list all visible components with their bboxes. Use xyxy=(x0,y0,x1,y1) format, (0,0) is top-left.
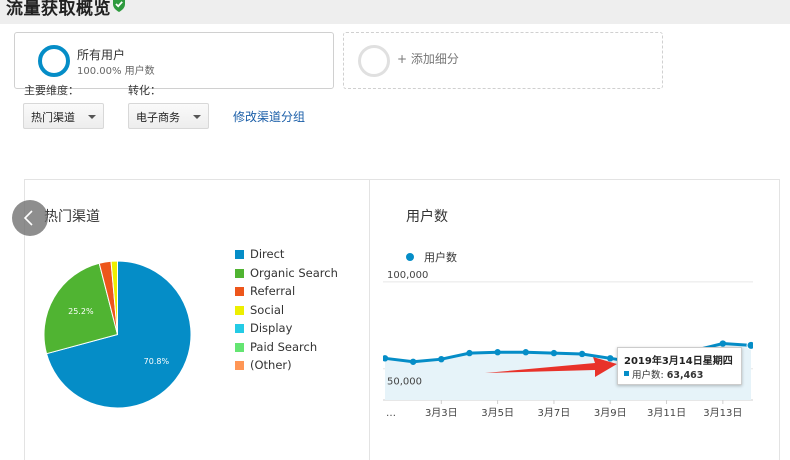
pie-panel-title: 热门渠道 xyxy=(44,209,100,225)
page-title: 流量获取概览 xyxy=(6,0,111,19)
chevron-left-icon xyxy=(23,210,33,226)
data-point-3月14日[interactable] xyxy=(746,340,753,350)
carousel-prev-button[interactable] xyxy=(12,200,48,236)
legend-item-direct[interactable]: Direct xyxy=(235,247,338,266)
pie-data-label-direct: 70.8% xyxy=(143,357,170,367)
data-point-3月4日[interactable] xyxy=(466,349,473,357)
x-tick-label: 3月3日 xyxy=(425,407,458,419)
tooltip-date: 2019年3月14日星期四 xyxy=(624,356,733,367)
x-tick-label: 3月13日 xyxy=(703,407,742,419)
legend-label: Organic Search xyxy=(250,265,338,280)
pie-legend: Direct Organic Search Referral Social Di… xyxy=(235,247,338,377)
segment-ring-icon xyxy=(38,45,70,77)
pie-data-label-organic-search: 25.2% xyxy=(68,306,94,316)
legend-swatch xyxy=(235,324,244,333)
page-header: 流量获取概览 xyxy=(0,0,790,24)
legend-swatch xyxy=(235,305,244,315)
legend-label: Social xyxy=(250,302,285,317)
legend-swatch xyxy=(235,342,244,352)
legend-swatch xyxy=(235,268,244,278)
empty-segment-ring-icon xyxy=(358,45,390,77)
legend-label: Direct xyxy=(250,247,285,261)
conversion-label: 转化： xyxy=(128,84,161,97)
legend-label: Display xyxy=(250,321,293,335)
add-segment-label: + 添加细分 xyxy=(397,52,459,66)
legend-item-referral[interactable]: Referral xyxy=(235,284,338,303)
legend-item-organic-search[interactable]: Organic Search xyxy=(235,266,338,285)
tooltip-metric: 用户数: 63,463 xyxy=(632,367,703,381)
add-segment-button[interactable]: + 添加细分 xyxy=(343,32,663,89)
series-name: 用户数 xyxy=(424,251,457,264)
segment-all-users[interactable]: 所有用户 100.00% 用户数 xyxy=(14,32,334,89)
primary-dimension-dropdown[interactable]: 热门渠道 xyxy=(23,103,104,129)
annotation-arrow-icon xyxy=(485,357,617,377)
segment-percentage: 100.00% 用户数 xyxy=(77,66,155,77)
data-point-3月13日[interactable] xyxy=(719,340,727,347)
y-tick-label: 50,000 xyxy=(387,377,422,388)
chevron-down-icon xyxy=(88,115,96,119)
legend-swatch xyxy=(235,250,244,259)
data-point-3月2日[interactable] xyxy=(409,358,417,365)
legend-swatch xyxy=(235,361,244,370)
legend-swatch xyxy=(235,287,244,296)
primary-dimension-label: 主要维度： xyxy=(24,84,79,97)
chevron-down-icon xyxy=(193,115,201,119)
x-tick-label: 3月7日 xyxy=(538,407,571,419)
y-tick-label: 100,000 xyxy=(387,270,428,281)
conversion-dropdown[interactable]: 电子商务 xyxy=(128,103,209,129)
tooltip-swatch xyxy=(624,371,629,376)
segment-name: 所有用户 xyxy=(77,48,126,62)
x-tick-label: … xyxy=(386,408,396,419)
conversion-value: 电子商务 xyxy=(136,111,180,124)
legend-item-display[interactable]: Display xyxy=(235,321,338,340)
legend-label: Paid Search xyxy=(250,339,318,354)
legend-label: Referral xyxy=(250,284,296,298)
data-point-3月3日[interactable] xyxy=(438,355,445,363)
x-tick-label: 3月5日 xyxy=(481,407,514,419)
legend-item-paid-search[interactable]: Paid Search xyxy=(235,340,338,359)
tooltip-metric-label: 用户数: xyxy=(632,370,664,381)
x-tick-label: 3月9日 xyxy=(594,407,627,419)
channel-pie-chart xyxy=(43,260,192,409)
check-badge-icon xyxy=(113,0,125,12)
tooltip-metric-value: 63,463 xyxy=(666,370,704,381)
legend-label: (Other) xyxy=(250,358,292,372)
series-dot-icon xyxy=(406,253,414,261)
primary-dimension-value: 热门渠道 xyxy=(31,111,75,124)
legend-item-other[interactable]: (Other) xyxy=(235,358,338,377)
x-tick-label: 3月11日 xyxy=(647,407,686,419)
line-panel-title: 用户数 xyxy=(406,209,448,225)
edit-channel-grouping-link[interactable]: 修改渠道分组 xyxy=(233,108,305,125)
legend-item-social[interactable]: Social xyxy=(235,303,338,322)
chart-tooltip: 2019年3月14日星期四 用户数: 63,463 xyxy=(617,347,742,385)
